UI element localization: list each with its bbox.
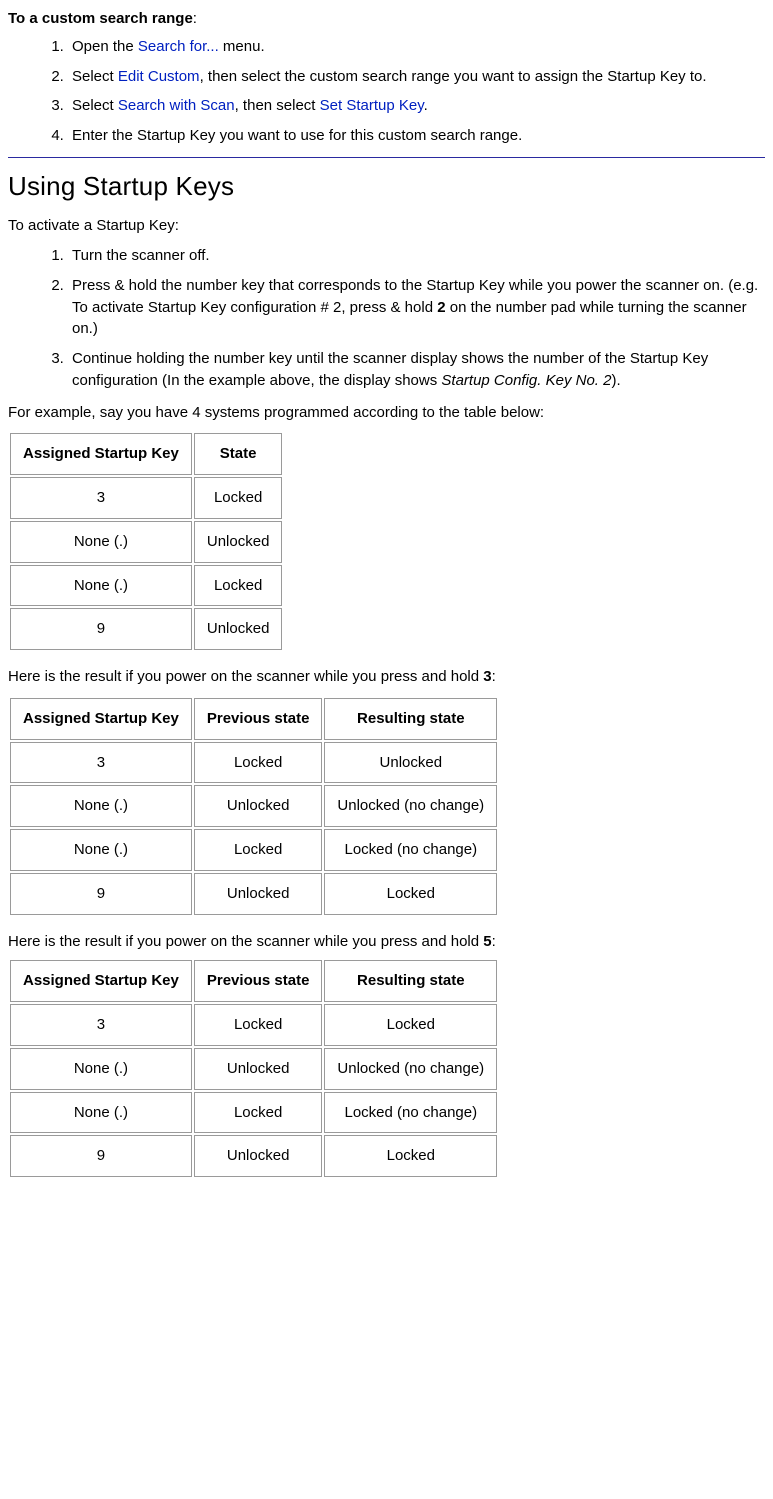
table-cell: 9 bbox=[10, 608, 192, 650]
text-run: Enter the Startup Key you want to use fo… bbox=[72, 127, 522, 144]
table-cell: Unlocked bbox=[194, 1135, 323, 1177]
table-result3: Assigned Startup KeyPrevious stateResult… bbox=[8, 696, 765, 917]
table-row: 9Unlocked bbox=[10, 608, 282, 650]
doc-link[interactable]: Set Startup Key bbox=[320, 97, 424, 114]
table-cell: Unlocked bbox=[194, 873, 323, 915]
table-cell: Locked bbox=[194, 1092, 323, 1134]
table-cell: Unlocked bbox=[194, 608, 283, 650]
table-row: 9UnlockedLocked bbox=[10, 1135, 497, 1177]
text-run: Open the bbox=[72, 38, 138, 55]
section-lead: To activate a Startup Key: bbox=[8, 215, 765, 237]
list-item: Continue holding the number key until th… bbox=[68, 348, 765, 392]
result3-suffix: : bbox=[492, 668, 496, 685]
activate-steps: Turn the scanner off. Press & hold the nu… bbox=[8, 245, 765, 392]
section-divider bbox=[8, 157, 765, 158]
custom-range-steps: Open the Search for... menu. Select Edit … bbox=[8, 36, 765, 147]
table-cell: Locked bbox=[194, 565, 283, 607]
list-item: Enter the Startup Key you want to use fo… bbox=[68, 125, 765, 147]
column-header: Previous state bbox=[194, 698, 323, 740]
list-item: Turn the scanner off. bbox=[68, 245, 765, 267]
table-row: 9UnlockedLocked bbox=[10, 873, 497, 915]
result3-intro: Here is the result if you power on the s… bbox=[8, 666, 765, 688]
text-run: menu. bbox=[219, 38, 265, 55]
example-intro: For example, say you have 4 systems prog… bbox=[8, 402, 765, 424]
table-cell: Unlocked (no change) bbox=[324, 785, 497, 827]
doc-link[interactable]: Edit Custom bbox=[118, 68, 200, 85]
table-cell: Unlocked bbox=[194, 521, 283, 563]
text-run: Turn the scanner off. bbox=[72, 247, 210, 264]
table-row: None (.)Locked bbox=[10, 565, 282, 607]
table-cell: Locked bbox=[194, 829, 323, 871]
table-cell: Locked (no change) bbox=[324, 1092, 497, 1134]
table-cell: Locked bbox=[194, 742, 323, 784]
table-cell: None (.) bbox=[10, 565, 192, 607]
table-cell: 9 bbox=[10, 873, 192, 915]
column-header: Assigned Startup Key bbox=[10, 960, 192, 1002]
column-header: Previous state bbox=[194, 960, 323, 1002]
table-cell: 9 bbox=[10, 1135, 192, 1177]
table-cell: 3 bbox=[10, 742, 192, 784]
text-run: ). bbox=[611, 372, 620, 389]
section-title: Using Startup Keys bbox=[8, 168, 765, 206]
table-row: None (.)Unlocked bbox=[10, 521, 282, 563]
table-cell: Locked bbox=[324, 873, 497, 915]
column-header: Assigned Startup Key bbox=[10, 433, 192, 475]
table-row: 3Locked bbox=[10, 477, 282, 519]
custom-range-heading: To a custom search range: bbox=[8, 8, 765, 30]
list-item: Press & hold the number key that corresp… bbox=[68, 275, 765, 340]
text-run: . bbox=[424, 97, 428, 114]
text-run: Select bbox=[72, 97, 118, 114]
result5-suffix: : bbox=[492, 933, 496, 950]
table-result5: Assigned Startup KeyPrevious stateResult… bbox=[8, 958, 765, 1179]
column-header: Resulting state bbox=[324, 698, 497, 740]
text-run: 2 bbox=[437, 299, 445, 316]
table-cell: None (.) bbox=[10, 829, 192, 871]
doc-link[interactable]: Search for... bbox=[138, 38, 219, 55]
result5-intro: Here is the result if you power on the s… bbox=[8, 931, 765, 953]
result3-prefix: Here is the result if you power on the s… bbox=[8, 668, 483, 685]
column-header: Assigned Startup Key bbox=[10, 698, 192, 740]
list-item: Select Search with Scan, then select Set… bbox=[68, 95, 765, 117]
table-cell: 3 bbox=[10, 1004, 192, 1046]
table-row: 3LockedUnlocked bbox=[10, 742, 497, 784]
table-row: None (.)LockedLocked (no change) bbox=[10, 829, 497, 871]
table-cell: None (.) bbox=[10, 1092, 192, 1134]
text-run: , then select bbox=[235, 97, 320, 114]
table-cell: Locked bbox=[194, 477, 283, 519]
table-cell: Locked (no change) bbox=[324, 829, 497, 871]
column-header: Resulting state bbox=[324, 960, 497, 1002]
result3-key: 3 bbox=[483, 668, 491, 685]
result5-key: 5 bbox=[483, 933, 491, 950]
table-cell: Unlocked bbox=[194, 785, 323, 827]
text-run: Startup Config. Key No. 2 bbox=[441, 372, 611, 389]
table-cell: Unlocked (no change) bbox=[324, 1048, 497, 1090]
heading-colon: : bbox=[193, 10, 197, 27]
table-cell: None (.) bbox=[10, 521, 192, 563]
table-cell: Locked bbox=[324, 1004, 497, 1046]
table-row: None (.)LockedLocked (no change) bbox=[10, 1092, 497, 1134]
table-cell: None (.) bbox=[10, 1048, 192, 1090]
result5-prefix: Here is the result if you power on the s… bbox=[8, 933, 483, 950]
text-run: , then select the custom search range yo… bbox=[200, 68, 707, 85]
table-cell: Locked bbox=[324, 1135, 497, 1177]
table-cell: 3 bbox=[10, 477, 192, 519]
table-cell: Unlocked bbox=[194, 1048, 323, 1090]
column-header: State bbox=[194, 433, 283, 475]
table-row: 3LockedLocked bbox=[10, 1004, 497, 1046]
table-row: None (.)UnlockedUnlocked (no change) bbox=[10, 1048, 497, 1090]
list-item: Open the Search for... menu. bbox=[68, 36, 765, 58]
list-item: Select Edit Custom, then select the cust… bbox=[68, 66, 765, 88]
table-cell: Locked bbox=[194, 1004, 323, 1046]
heading-text: To a custom search range bbox=[8, 10, 193, 27]
table-row: None (.)UnlockedUnlocked (no change) bbox=[10, 785, 497, 827]
table-initial: Assigned Startup KeyState3LockedNone (.)… bbox=[8, 431, 765, 652]
doc-link[interactable]: Search with Scan bbox=[118, 97, 235, 114]
table-cell: None (.) bbox=[10, 785, 192, 827]
table-cell: Unlocked bbox=[324, 742, 497, 784]
text-run: Select bbox=[72, 68, 118, 85]
